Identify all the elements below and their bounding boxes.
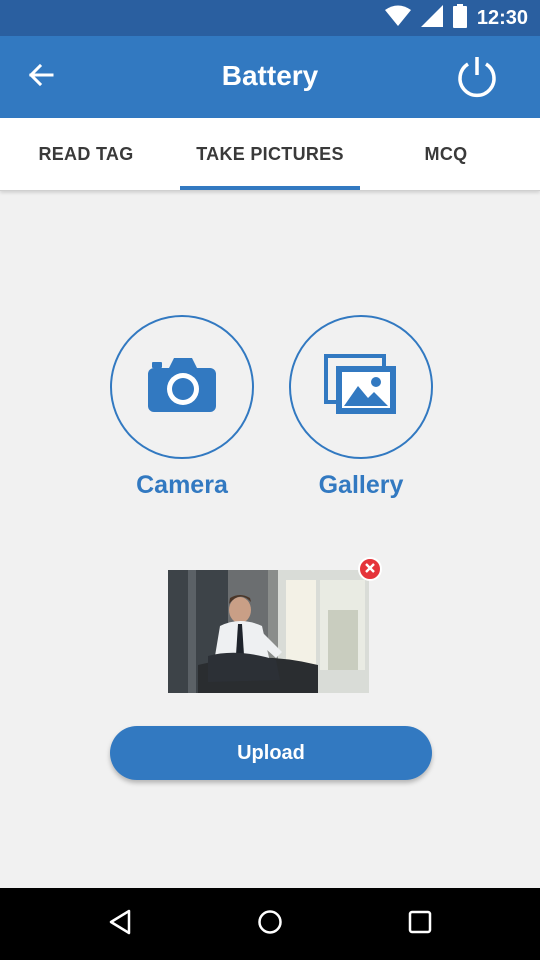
camera-icon [148, 357, 216, 417]
recents-square-icon [408, 910, 432, 939]
camera-button[interactable] [110, 315, 254, 459]
power-button[interactable] [452, 54, 502, 104]
remove-photo-button[interactable] [358, 557, 382, 581]
back-triangle-icon [108, 909, 132, 940]
system-back-button[interactable] [98, 902, 142, 946]
gallery-option[interactable]: Gallery [288, 315, 434, 500]
attached-photo [168, 557, 382, 693]
battery-icon [452, 3, 467, 33]
gallery-label: Gallery [318, 471, 404, 499]
camera-label: Camera [136, 471, 228, 499]
signal-icon [420, 4, 443, 32]
home-circle-icon [257, 909, 283, 940]
app-bar: Battery [0, 36, 540, 118]
system-home-button[interactable] [248, 902, 292, 946]
upload-button[interactable]: Upload [110, 726, 432, 780]
gallery-icon [324, 353, 398, 421]
close-icon [365, 560, 375, 578]
system-recents-button[interactable] [398, 902, 442, 946]
tab-take-pictures[interactable]: TAKE PICTURES [180, 118, 360, 190]
tab-mcq[interactable]: MCQ [360, 118, 532, 190]
status-icons: 12:30 [384, 3, 528, 33]
system-nav-bar [0, 888, 540, 960]
tab-read-tag[interactable]: READ TAG [0, 118, 172, 190]
gallery-button[interactable] [289, 315, 433, 459]
status-bar: 12:30 [0, 0, 540, 36]
photo-thumbnail [168, 570, 369, 693]
tab-bar: READ TAG TAKE PICTURES MCQ [0, 118, 540, 191]
camera-option[interactable]: Camera [109, 315, 255, 500]
active-tab-indicator [180, 186, 360, 190]
status-time: 12:30 [476, 6, 528, 29]
power-icon [454, 54, 500, 105]
wifi-icon [384, 5, 411, 32]
